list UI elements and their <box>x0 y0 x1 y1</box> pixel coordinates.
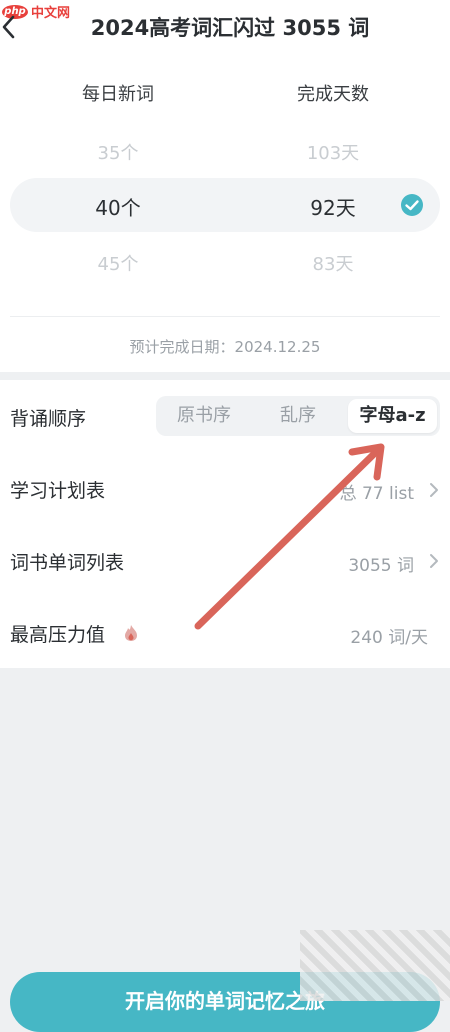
wordlist-label[interactable]: 词书单词列表 <box>10 548 124 575</box>
pressure-value: 240 词/天 <box>350 628 428 648</box>
chevron-right-icon[interactable] <box>428 553 440 569</box>
order-option-book[interactable]: 原书序 <box>156 396 252 436</box>
column-header-days: 完成天数 <box>297 84 369 105</box>
picker-option-days[interactable]: 103天 <box>253 139 413 165</box>
order-label: 背诵顺序 <box>10 408 87 430</box>
wordlist-value[interactable]: 3055 词 <box>348 551 414 576</box>
order-option-shuffle[interactable]: 乱序 <box>252 396 344 436</box>
picker-option-daily[interactable]: 35个 <box>38 139 198 165</box>
order-segmented-control[interactable]: 原书序 乱序 字母a-z <box>156 396 440 436</box>
picker-option-daily[interactable]: 45个 <box>38 250 198 276</box>
schedule-value[interactable]: 总 77 list <box>340 479 414 504</box>
picker-option-days[interactable]: 83天 <box>253 250 413 276</box>
divider <box>10 316 440 317</box>
check-icon <box>401 194 423 216</box>
estimated-completion-date: 预计完成日期：2024.12.25 <box>129 338 321 356</box>
pressure-label: 最高压力值 <box>10 624 106 646</box>
picker-selected-daily[interactable]: 40个 <box>38 192 198 221</box>
chevron-right-icon[interactable] <box>428 482 440 498</box>
blurred-watermark <box>300 930 450 1001</box>
picker-selected-days[interactable]: 92天 <box>253 192 413 221</box>
page-title: 2024高考词汇闪过 3055 词 <box>90 16 370 40</box>
order-option-alphabet[interactable]: 字母a-z <box>348 399 437 433</box>
column-header-daily: 每日新词 <box>82 84 154 105</box>
flame-icon <box>125 625 137 641</box>
schedule-label[interactable]: 学习计划表 <box>10 476 105 503</box>
